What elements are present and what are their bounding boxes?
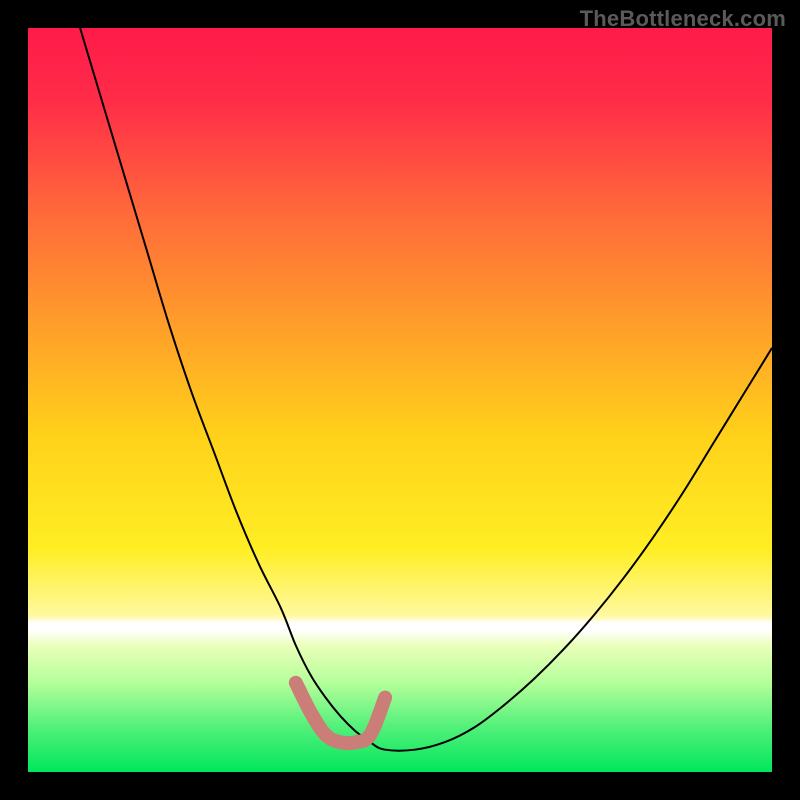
watermark-text: TheBottleneck.com bbox=[580, 6, 786, 32]
gradient-background bbox=[28, 28, 772, 772]
chart-frame: TheBottleneck.com bbox=[0, 0, 800, 800]
plot-area bbox=[28, 28, 772, 772]
chart-svg bbox=[28, 28, 772, 772]
